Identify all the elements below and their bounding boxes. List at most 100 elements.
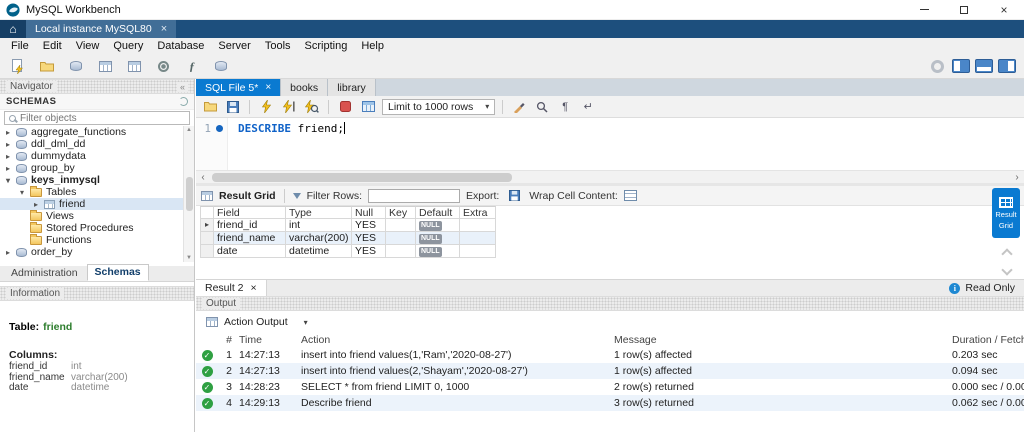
tree-scrollbar[interactable]: ▲ ▼: [183, 126, 194, 262]
schema-filter-input[interactable]: [20, 112, 185, 124]
workbench-preferences-button[interactable]: [927, 57, 947, 75]
stop-execution-button[interactable]: [336, 99, 354, 115]
cell-type[interactable]: varchar(200): [286, 232, 352, 245]
column-header-field[interactable]: Field: [214, 206, 286, 219]
menu-help[interactable]: Help: [354, 40, 391, 52]
create-function-button[interactable]: ƒ: [182, 57, 202, 75]
output-row[interactable]: ✓ 1 14:27:13 insert into friend values(1…: [196, 347, 1024, 363]
toggle-sidebar-panel-button[interactable]: [952, 59, 970, 73]
find-button[interactable]: [533, 99, 551, 115]
column-header-default[interactable]: Default: [416, 206, 460, 219]
expand-icon[interactable]: ▸: [4, 128, 12, 137]
cell-default[interactable]: NULL: [416, 232, 460, 245]
tab-schemas[interactable]: Schemas: [86, 264, 149, 281]
tree-item-functions[interactable]: Functions: [0, 233, 194, 246]
show-invisibles-button[interactable]: ¶: [556, 99, 574, 115]
result-row-friend-name[interactable]: friend_name varchar(200) YES NULL: [200, 232, 496, 245]
cell-field[interactable]: date: [214, 245, 286, 258]
menu-file[interactable]: File: [4, 40, 36, 52]
connection-tab[interactable]: Local instance MySQL80 ×: [26, 20, 177, 38]
cell-extra[interactable]: [460, 245, 496, 258]
menu-tools[interactable]: Tools: [258, 40, 298, 52]
server-admin-button[interactable]: [211, 57, 231, 75]
expand-icon[interactable]: ▸: [32, 200, 40, 209]
menu-database[interactable]: Database: [150, 40, 211, 52]
expand-icon[interactable]: ▸: [4, 248, 12, 257]
toggle-secondary-panel-button[interactable]: [998, 59, 1016, 73]
tree-item-friend[interactable]: ▸ friend: [0, 198, 194, 210]
column-header-extra[interactable]: Extra: [460, 206, 496, 219]
cell-key[interactable]: [386, 232, 416, 245]
menu-scripting[interactable]: Scripting: [298, 40, 355, 52]
menu-query[interactable]: Query: [106, 40, 150, 52]
menu-edit[interactable]: Edit: [36, 40, 69, 52]
create-table-button[interactable]: [95, 57, 115, 75]
create-procedure-button[interactable]: [153, 57, 173, 75]
scrollbar-track[interactable]: [210, 171, 1010, 183]
output-row[interactable]: ✓ 3 14:28:23 SELECT * from friend LIMIT …: [196, 379, 1024, 395]
cell-key[interactable]: [386, 245, 416, 258]
connection-tab-close-icon[interactable]: ×: [161, 23, 167, 35]
tree-item-views[interactable]: Views: [0, 209, 194, 222]
tree-item-ddl-dml-dd[interactable]: ▸ ddl_dml_dd: [0, 138, 194, 150]
menu-view[interactable]: View: [69, 40, 107, 52]
output-type-dropdown[interactable]: Action Output ▾: [224, 316, 308, 328]
refresh-schemas-icon[interactable]: [179, 97, 188, 106]
cell-extra[interactable]: [460, 219, 496, 232]
column-header-type[interactable]: Type: [286, 206, 352, 219]
tab-close-icon[interactable]: ×: [265, 82, 271, 93]
tab-library[interactable]: library: [328, 79, 376, 96]
scroll-up-icon[interactable]: ▲: [186, 127, 192, 133]
expand-icon[interactable]: ▸: [4, 152, 12, 161]
scroll-down-icon[interactable]: ▼: [186, 255, 192, 261]
cell-type[interactable]: datetime: [286, 245, 352, 258]
beautify-script-button[interactable]: [510, 99, 528, 115]
cell-field[interactable]: friend_name: [214, 232, 286, 245]
tree-item-group-by[interactable]: ▸ group_by: [0, 162, 194, 174]
tab-administration[interactable]: Administration: [4, 266, 85, 281]
limit-rows-toggle-button[interactable]: [359, 99, 377, 115]
expand-icon[interactable]: ▸: [4, 164, 12, 173]
tree-item-stored-procedures[interactable]: Stored Procedures: [0, 221, 194, 234]
cell-key[interactable]: [386, 219, 416, 232]
editor-horizontal-scrollbar[interactable]: ‹ ›: [196, 170, 1024, 183]
column-header-null[interactable]: Null: [352, 206, 386, 219]
tab-result-2[interactable]: Result 2 ×: [196, 280, 267, 296]
tree-item-tables[interactable]: ▾ Tables: [0, 185, 194, 198]
collapse-expanded-icon[interactable]: ▾: [18, 188, 26, 197]
collapse-expanded-icon[interactable]: ▾: [4, 176, 12, 185]
tree-item-dummydata[interactable]: ▸ dummydata: [0, 150, 194, 162]
create-schema-button[interactable]: [66, 57, 86, 75]
cell-null[interactable]: YES: [352, 219, 386, 232]
limit-rows-dropdown[interactable]: Limit to 1000 rows ▾: [382, 98, 496, 115]
result-tab-close-icon[interactable]: ×: [251, 282, 257, 294]
chevron-down-icon[interactable]: [1001, 264, 1013, 276]
toggle-output-panel-button[interactable]: [975, 59, 993, 73]
export-button[interactable]: [505, 188, 523, 204]
cell-default[interactable]: NULL: [416, 219, 460, 232]
result-row-date[interactable]: date datetime YES NULL: [200, 245, 496, 258]
close-button[interactable]: ×: [984, 0, 1024, 19]
scrollbar-thumb[interactable]: [212, 173, 512, 182]
tab-books[interactable]: books: [281, 79, 329, 96]
result-grid-side-tab[interactable]: Result Grid: [992, 188, 1020, 238]
cell-type[interactable]: int: [286, 219, 352, 232]
save-script-button[interactable]: [224, 99, 242, 115]
result-row-friend-id[interactable]: ▸ friend_id int YES NULL: [200, 219, 496, 232]
tree-item-aggregate-functions[interactable]: ▸ aggregate_functions: [0, 126, 194, 138]
wrap-cell-content-toggle[interactable]: [623, 190, 637, 201]
expand-icon[interactable]: ▸: [4, 140, 12, 149]
navigator-collapse-icon[interactable]: «: [176, 81, 188, 92]
cell-null[interactable]: YES: [352, 245, 386, 258]
home-button[interactable]: ⌂: [0, 20, 26, 38]
scroll-right-icon[interactable]: ›: [1010, 172, 1024, 183]
maximize-button[interactable]: [944, 0, 984, 19]
filter-rows-input[interactable]: [368, 188, 461, 203]
sql-code-line[interactable]: DESCRIBE friend;: [238, 122, 345, 135]
column-header-key[interactable]: Key: [386, 206, 416, 219]
tree-item-order-by[interactable]: ▸ order_by: [0, 246, 194, 258]
chevron-up-icon[interactable]: [1001, 248, 1013, 260]
minimize-button[interactable]: [904, 0, 944, 19]
execute-script-button[interactable]: [257, 99, 275, 115]
new-query-tab-button[interactable]: [8, 57, 28, 75]
